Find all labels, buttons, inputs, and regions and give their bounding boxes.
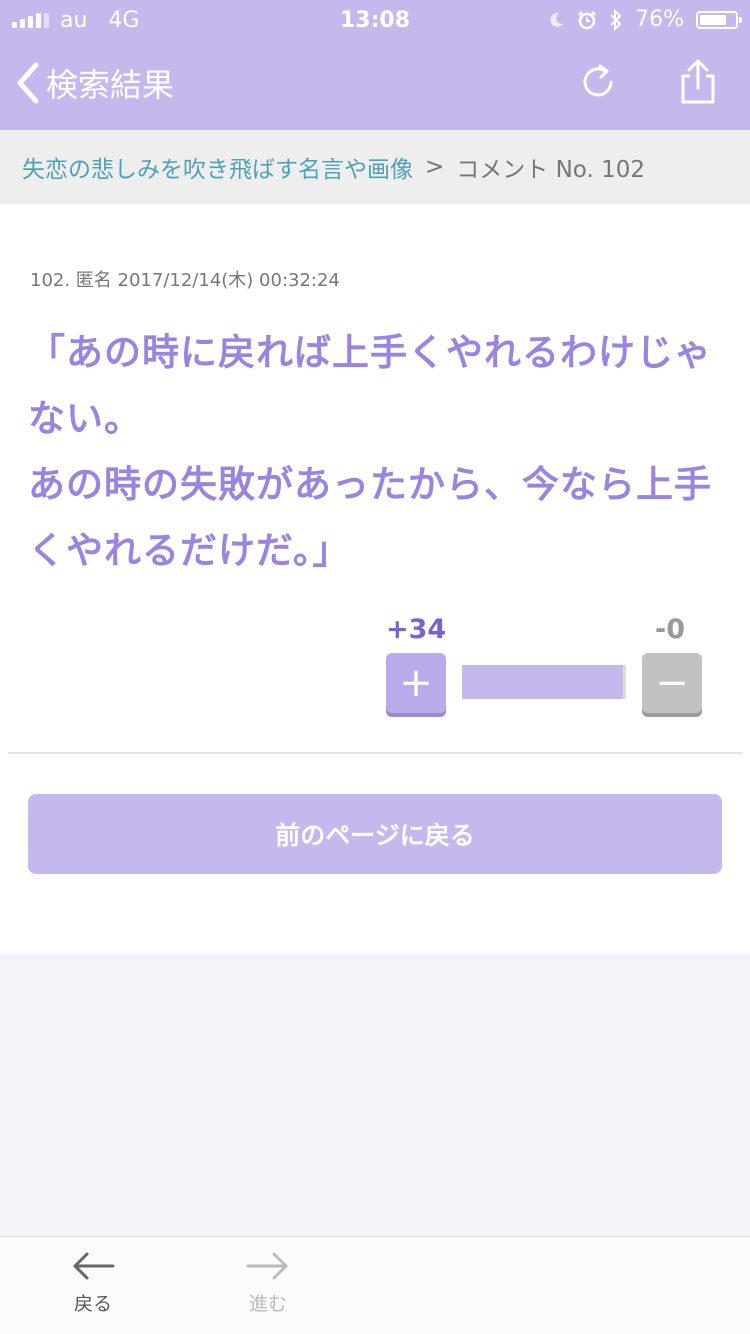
reload-icon[interactable] [578, 62, 618, 102]
toolbar-forward-label: 進む [248, 1293, 287, 1315]
arrow-left-icon [73, 1252, 115, 1280]
plus-vote-count: +34 [386, 614, 447, 645]
minus-icon: − [655, 660, 689, 706]
vote-ratio-bar [462, 665, 626, 699]
status-bar: au 4G 13:08 76% [0, 0, 750, 40]
battery-fill [700, 14, 726, 25]
breadcrumb: 失恋の悲しみを吹き飛ばす名言や画像 > コメント No. 102 [0, 130, 750, 204]
toolbar-back-button[interactable]: 戻る [48, 1251, 138, 1316]
moon-icon [550, 12, 564, 27]
comment-meta: 102. 匿名 2017/12/14(木) 00:32:24 [30, 270, 340, 291]
toolbar-forward-button[interactable]: 進む [223, 1251, 313, 1316]
plus-icon: + [399, 660, 433, 706]
breadcrumb-separator: > [425, 154, 445, 180]
minus-vote-count: -0 [655, 614, 685, 645]
comment-body: 「あの時に戻れば上手くやれるわけじゃない。 あの時の失敗があったから、今なら上手… [28, 320, 728, 584]
navigation-bar: 検索結果 [0, 40, 750, 130]
arrow-right-icon [246, 1252, 288, 1280]
battery-percent: 76% [635, 7, 684, 32]
back-to-search-results-button[interactable]: 検索結果 [14, 60, 174, 106]
plus-vote-button[interactable]: + [386, 653, 446, 713]
browser-toolbar: 戻る 進む [0, 1236, 750, 1334]
breadcrumb-topic-link[interactable]: 失恋の悲しみを吹き飛ばす名言や画像 [22, 150, 413, 184]
battery-icon [696, 10, 742, 29]
previous-page-button[interactable]: 前のページに戻る [28, 794, 722, 874]
comment-line: 「あの時に戻れば上手くやれるわけじゃない。 [28, 331, 712, 440]
vote-ratio-negative [623, 665, 626, 699]
share-icon[interactable] [676, 58, 720, 106]
back-label: 検索結果 [46, 66, 175, 104]
divider [8, 752, 742, 754]
comment-panel: 102. 匿名 2017/12/14(木) 00:32:24 「あの時に戻れば上… [0, 204, 750, 954]
breadcrumb-current: コメント No. 102 [456, 157, 645, 183]
toolbar-back-label: 戻る [73, 1293, 112, 1315]
comment-line: あの時の失敗があったから、今なら上手くやれるだけだ。」 [28, 463, 712, 572]
chevron-left-icon [17, 62, 39, 104]
minus-vote-button[interactable]: − [642, 653, 702, 713]
bluetooth-icon [610, 8, 622, 31]
alarm-icon [578, 10, 596, 29]
